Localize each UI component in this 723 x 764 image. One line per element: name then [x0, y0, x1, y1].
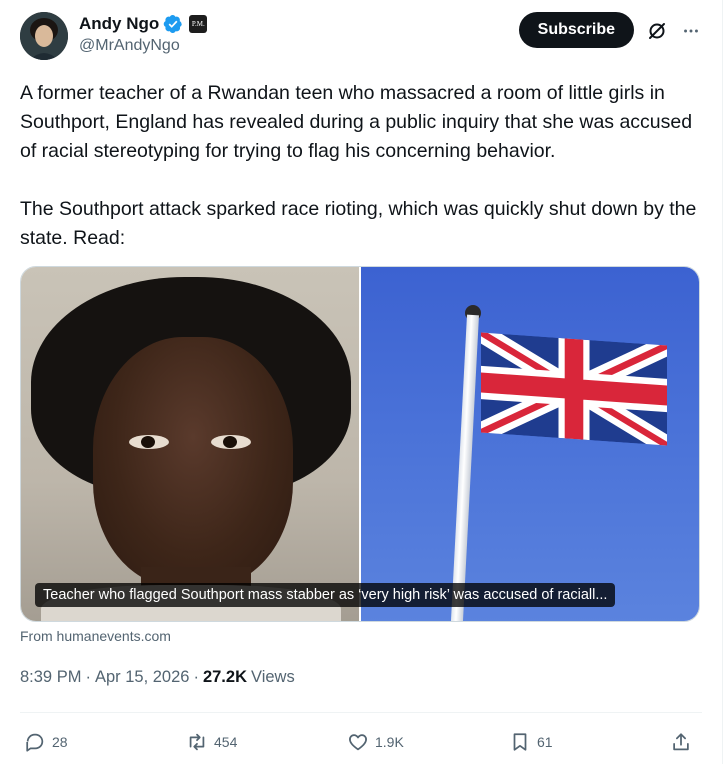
tweet-card: Andy Ngo P.M. @MrAndyNgo Subscribe A for… — [0, 0, 723, 764]
reply-button[interactable]: 28 — [24, 726, 68, 758]
share-icon — [673, 733, 689, 751]
card-caption[interactable]: Teacher who flagged Southport mass stabb… — [35, 583, 616, 607]
author-handle[interactable]: @MrAndyNgo — [79, 37, 207, 55]
author-names: Andy Ngo P.M. @MrAndyNgo — [79, 13, 208, 55]
heart-icon — [349, 734, 367, 751]
tweet-meta: 8:39 PM · Apr 15, 2026 · 27.2K Views — [20, 668, 295, 687]
tweet-header: Andy Ngo P.M. @MrAndyNgo Subscribe — [20, 12, 702, 62]
action-bar: 28 454 1.9K 61 — [20, 726, 702, 758]
reply-count: 28 — [52, 734, 68, 750]
link-card-media[interactable]: Teacher who flagged Southport mass stabb… — [20, 266, 700, 622]
share-button[interactable] — [670, 726, 692, 758]
repost-button[interactable]: 454 — [186, 726, 237, 758]
like-count: 1.9K — [375, 734, 404, 750]
affiliate-badge[interactable]: P.M. — [189, 15, 208, 33]
avatar-image — [20, 12, 68, 60]
tweet-text: A former teacher of a Rwandan teen who m… — [20, 82, 697, 249]
card-source-link[interactable]: From humanevents.com — [20, 628, 171, 644]
views-label: Views — [250, 668, 295, 686]
meta-separator: · — [85, 668, 91, 686]
tweet-time[interactable]: 8:39 PM — [20, 668, 81, 687]
bookmark-button[interactable]: 61 — [509, 726, 553, 758]
union-flag-image — [361, 267, 699, 621]
divider — [20, 712, 702, 713]
bookmark-icon — [513, 733, 527, 751]
verified-badge-icon[interactable] — [163, 14, 183, 34]
views-count: 27.2K — [202, 668, 247, 686]
mugshot-image — [21, 267, 359, 621]
reply-icon — [26, 733, 44, 752]
more-icon[interactable] — [680, 20, 702, 42]
bookmark-count: 61 — [537, 734, 553, 750]
meta-separator: · — [193, 668, 199, 686]
repost-icon — [189, 733, 205, 751]
tweet-date[interactable]: Apr 15, 2026 — [95, 668, 190, 687]
like-button[interactable]: 1.9K — [347, 726, 404, 758]
grok-icon[interactable] — [646, 20, 668, 42]
repost-count: 454 — [214, 734, 238, 750]
avatar[interactable] — [20, 12, 68, 60]
display-name[interactable]: Andy Ngo — [79, 14, 159, 34]
subscribe-button[interactable]: Subscribe — [518, 12, 634, 48]
